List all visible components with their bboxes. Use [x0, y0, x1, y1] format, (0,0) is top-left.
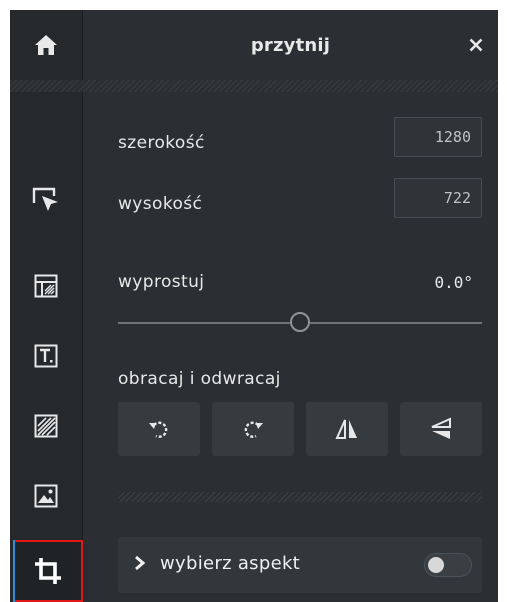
crop-panel-app: przytnij szerokość wysokość wyprostuj 0.… — [10, 10, 498, 602]
select-cursor-icon — [32, 187, 58, 211]
layout-icon — [34, 274, 58, 298]
rotate-right-icon — [244, 421, 263, 438]
home-icon — [35, 35, 57, 55]
height-label: wysokość — [118, 194, 203, 214]
crop-tool-button[interactable] — [13, 540, 83, 602]
flip-horizontal-icon — [335, 419, 357, 439]
height-input[interactable] — [394, 178, 482, 218]
layout-tool-button[interactable] — [10, 258, 82, 314]
text-tool-button[interactable] — [10, 328, 82, 384]
texture-tool-button[interactable] — [10, 398, 82, 454]
slider-thumb[interactable] — [290, 312, 310, 332]
flip-horizontal-button[interactable] — [306, 402, 388, 456]
width-input[interactable] — [394, 117, 482, 157]
straighten-value: 0.0° — [434, 273, 473, 292]
flip-vertical-icon — [431, 417, 451, 439]
left-toolbar — [10, 10, 83, 602]
panel-title: przytnij — [250, 34, 331, 56]
width-label: szerokość — [118, 133, 205, 153]
image-tool-button[interactable] — [10, 468, 82, 524]
choose-aspect-row[interactable]: wybierz aspekt — [118, 537, 482, 593]
panel-header: przytnij — [83, 10, 498, 80]
close-button[interactable] — [462, 31, 490, 59]
aspect-toggle[interactable] — [424, 553, 472, 577]
toggle-knob — [428, 557, 444, 573]
flip-vertical-button[interactable] — [400, 402, 482, 456]
header-divider — [10, 80, 498, 92]
text-icon — [34, 344, 58, 368]
chevron-right-icon — [135, 555, 146, 571]
close-icon — [469, 38, 483, 52]
select-tool-button[interactable] — [10, 172, 82, 228]
rotate-left-button[interactable] — [118, 402, 200, 456]
crop-icon — [35, 558, 61, 584]
rotate-flip-label: obracaj i odwracaj — [118, 369, 281, 389]
section-divider — [118, 492, 482, 502]
straighten-slider[interactable] — [118, 312, 482, 334]
texture-icon — [34, 414, 58, 438]
straighten-label: wyprostuj — [118, 272, 205, 292]
home-button[interactable] — [10, 10, 82, 80]
choose-aspect-label: wybierz aspekt — [160, 553, 301, 574]
image-icon — [34, 484, 58, 508]
rotate-left-icon — [149, 421, 168, 438]
rotate-right-button[interactable] — [212, 402, 294, 456]
